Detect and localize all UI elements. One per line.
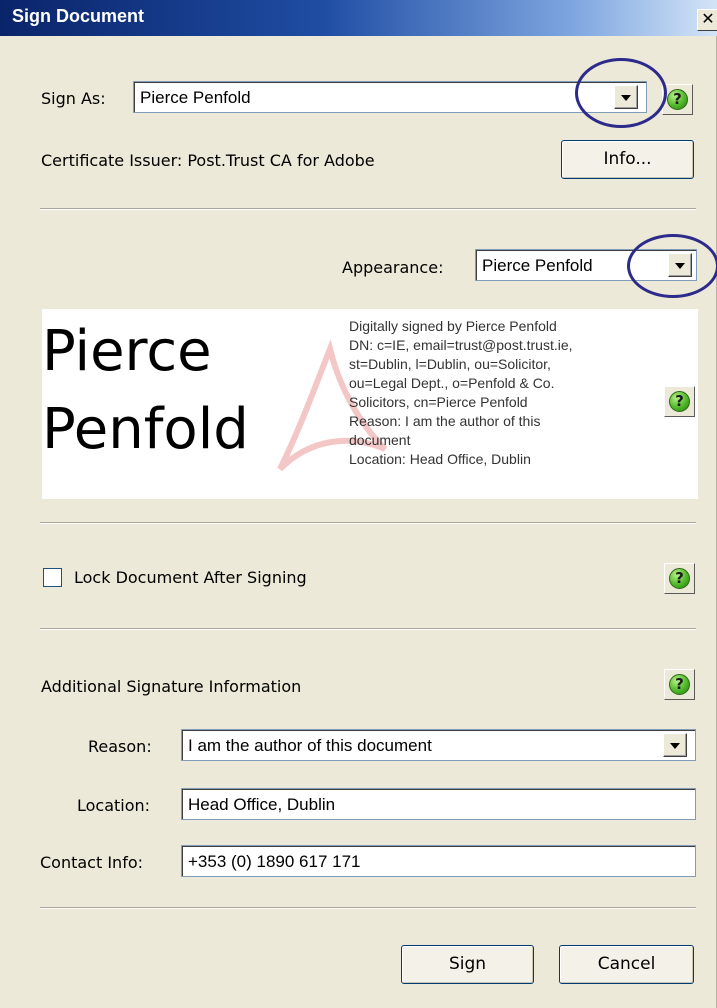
title-bar: Sign Document ✕ bbox=[0, 0, 717, 36]
sign-document-dialog: Sign Document ✕ Sign As: Pierce Penfold … bbox=[0, 0, 717, 1008]
separator bbox=[40, 628, 696, 630]
info-button-label: Info... bbox=[603, 149, 652, 169]
appearance-dropdown[interactable]: Pierce Penfold bbox=[475, 249, 697, 281]
appearance-value: Pierce Penfold bbox=[482, 256, 593, 275]
lock-document-checkbox[interactable] bbox=[43, 568, 62, 587]
separator bbox=[40, 907, 696, 909]
cancel-button-label: Cancel bbox=[597, 954, 656, 974]
contact-info-label: Contact Info: bbox=[40, 853, 144, 872]
reason-dropdown[interactable]: I am the author of this document bbox=[181, 729, 696, 761]
sign-as-dropdown[interactable]: Pierce Penfold bbox=[133, 81, 647, 113]
additional-info-help-button[interactable]: ? bbox=[664, 669, 695, 700]
sign-as-label: Sign As: bbox=[41, 89, 106, 108]
location-field[interactable]: Head Office, Dublin bbox=[181, 788, 696, 820]
cancel-button[interactable]: Cancel bbox=[559, 945, 694, 984]
signature-details: Digitally signed by Pierce Penfold DN: c… bbox=[349, 317, 649, 469]
signature-detail-line: ou=Legal Dept., o=Penfold & Co. bbox=[349, 375, 555, 391]
location-label: Location: bbox=[77, 796, 151, 815]
signature-name-line: Penfold bbox=[42, 397, 249, 462]
contact-info-field[interactable]: +353 (0) 1890 617 171 bbox=[181, 845, 696, 877]
signature-name-line: Pierce bbox=[42, 319, 212, 384]
contact-info-value: +353 (0) 1890 617 171 bbox=[188, 852, 361, 871]
signature-detail-line: DN: c=IE, email=trust@post.trust.ie, bbox=[349, 337, 573, 353]
lock-document-label: Lock Document After Signing bbox=[74, 568, 307, 587]
reason-label: Reason: bbox=[88, 737, 152, 756]
close-button[interactable]: ✕ bbox=[697, 9, 717, 31]
sign-as-dropdown-button[interactable] bbox=[614, 85, 638, 109]
reason-dropdown-button[interactable] bbox=[663, 733, 687, 757]
sign-button-label: Sign bbox=[448, 954, 487, 974]
close-icon: ✕ bbox=[701, 9, 715, 28]
additional-info-heading: Additional Signature Information bbox=[41, 677, 302, 696]
signature-detail-line: Digitally signed by Pierce Penfold bbox=[349, 318, 557, 334]
appearance-dropdown-button[interactable] bbox=[668, 253, 692, 277]
signature-detail-line: Location: Head Office, Dublin bbox=[349, 451, 531, 467]
help-icon: ? bbox=[669, 391, 690, 412]
separator bbox=[40, 208, 696, 210]
signature-detail-line: Solicitors, cn=Pierce Penfold bbox=[349, 394, 528, 410]
help-icon: ? bbox=[667, 89, 688, 110]
signature-detail-line: document bbox=[349, 432, 411, 448]
info-button[interactable]: Info... bbox=[561, 140, 694, 179]
dialog-title: Sign Document bbox=[12, 6, 145, 26]
signature-name: Pierce Penfold bbox=[42, 313, 249, 469]
help-icon: ? bbox=[669, 674, 690, 695]
signature-detail-line: st=Dublin, l=Dublin, ou=Solicitor, bbox=[349, 356, 551, 372]
sign-button[interactable]: Sign bbox=[401, 945, 534, 984]
help-icon: ? bbox=[669, 568, 690, 589]
reason-value: I am the author of this document bbox=[188, 736, 432, 755]
sign-as-value: Pierce Penfold bbox=[140, 88, 251, 107]
location-value: Head Office, Dublin bbox=[188, 795, 336, 814]
certificate-issuer-text: Certificate Issuer: Post.Trust CA for Ad… bbox=[41, 151, 375, 170]
signature-preview: Pierce Penfold Digitally signed by Pierc… bbox=[42, 309, 698, 499]
sign-as-help-button[interactable]: ? bbox=[662, 84, 693, 115]
signature-detail-line: Reason: I am the author of this bbox=[349, 413, 541, 429]
separator bbox=[40, 522, 696, 524]
appearance-help-button[interactable]: ? bbox=[664, 386, 695, 417]
appearance-label: Appearance: bbox=[342, 258, 444, 277]
lock-help-button[interactable]: ? bbox=[664, 563, 695, 594]
